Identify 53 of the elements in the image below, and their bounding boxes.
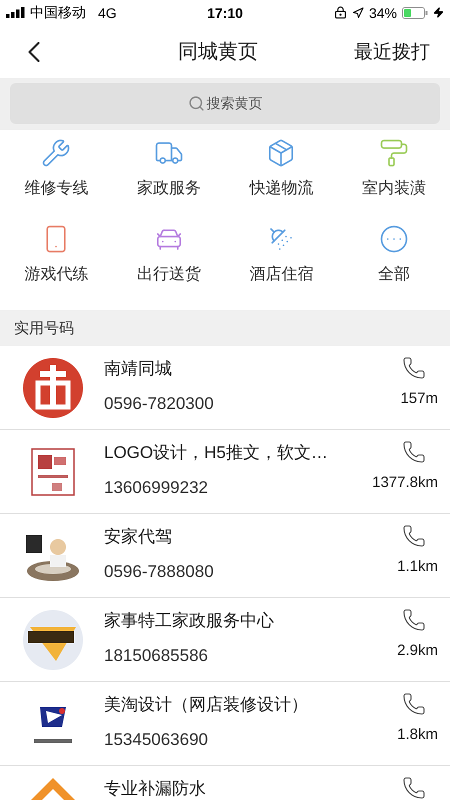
clock: 17:10 [207,4,243,20]
listing-row[interactable]: 家事特工家政服务中心 18150685586 2.9km [0,598,450,682]
listing-name: 专业补漏防水 [104,778,207,800]
call-button[interactable] [402,524,426,548]
location-icon [352,6,364,18]
listing-row[interactable]: 专业补漏防水 [0,766,450,800]
charging-icon [433,7,444,18]
paint-roller-icon [378,138,409,168]
listing-name: 美淘设计（网店装修设计） [104,694,309,716]
category-item[interactable]: 游戏代练 [0,224,112,310]
listing-name: LOGO设计，H5推文，软文… [104,442,329,464]
phone-number: 15345063690 [104,730,210,750]
more-icon [378,224,409,254]
phone-number: 0596-7820300 [104,394,215,414]
distance: 157m [400,390,438,407]
search-field[interactable]: 搜索黄页 [10,83,440,124]
listing-name: 南靖同城 [104,358,173,380]
call-button[interactable] [402,608,426,632]
distance: 2.9km [397,642,438,659]
listing-name: 安家代驾 [104,526,173,548]
call-button[interactable] [402,692,426,716]
category-item[interactable]: 出行送货 [112,224,225,310]
battery-percent: 34% [368,4,397,20]
call-button[interactable] [402,356,426,380]
category-item[interactable]: 家政服务 [112,138,225,224]
category-item[interactable]: 室内装潢 [338,138,450,224]
category-item[interactable]: 快递物流 [225,138,338,224]
category-item[interactable]: 酒店住宿 [225,224,338,310]
section-header: 实用号码 [0,310,450,346]
distance: 1377.8km [372,474,438,491]
battery-icon [402,6,428,18]
signal-icon [6,7,26,18]
listing-name: 家事特工家政服务中心 [104,610,275,632]
page-title: 同城黄页 [178,40,258,65]
call-button[interactable] [402,776,426,800]
carrier-name: 中国移动 [30,4,86,22]
category-item[interactable]: 全部 [338,224,450,310]
listing-row[interactable]: 南靖同城 0596-7820300 157m [0,346,450,430]
category-item[interactable]: 维修专线 [0,138,112,224]
phone-number: 0596-7888080 [104,562,215,582]
phone-number: 13606999232 [104,478,210,498]
distance: 1.1km [397,558,438,575]
recent-calls-button[interactable]: 最近拨打 [330,38,430,64]
phone-number: 18150685586 [104,646,210,666]
network-type: 4G [98,4,117,20]
listing-row[interactable]: LOGO设计，H5推文，软文… 13606999232 1377.8km [0,430,450,514]
wrench-icon [41,138,72,168]
listing-row[interactable]: 美淘设计（网店装修设计） 15345063690 1.8km [0,682,450,766]
distance: 1.8km [397,726,438,743]
listing-row[interactable]: 安家代驾 0596-7888080 1.1km [0,514,450,598]
call-button[interactable] [402,440,426,464]
search-icon [188,95,204,112]
rotation-lock-icon [334,6,347,19]
